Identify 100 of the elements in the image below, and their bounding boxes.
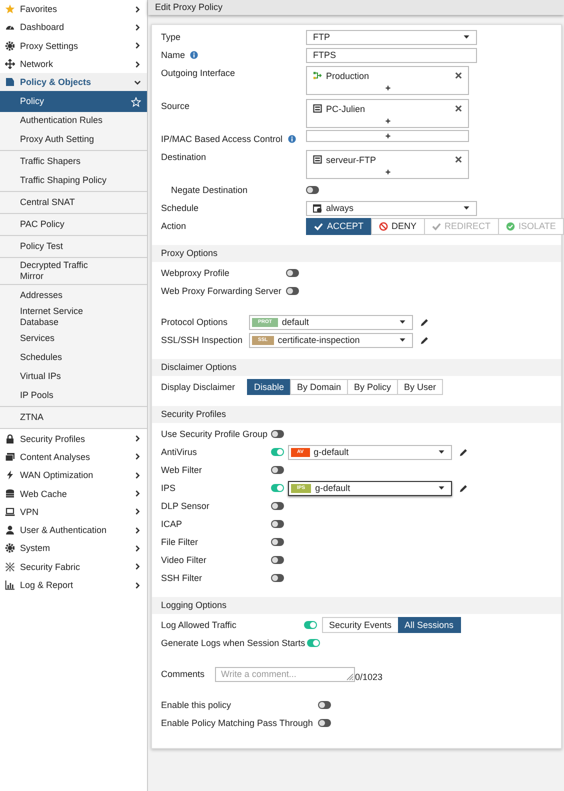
name-field[interactable]: FTPS (306, 48, 477, 62)
port-icon (313, 71, 322, 80)
field-label: Use Security Profile Group (161, 429, 268, 439)
field-label: Log Allowed Traffic (161, 620, 236, 630)
toggle-switch[interactable] (271, 538, 284, 546)
field-label: Web Filter (161, 465, 202, 475)
server-icon (313, 104, 322, 113)
field-label: Schedule (161, 203, 199, 213)
option-button[interactable]: ACCEPT (306, 218, 372, 234)
caret-icon (438, 450, 445, 454)
select-field[interactable]: FTP (306, 30, 477, 44)
star-icon[interactable] (131, 96, 141, 107)
option-button[interactable]: By User (397, 379, 444, 395)
field-label: File Filter (161, 537, 198, 547)
caret-icon (399, 338, 406, 342)
sidebar-subitem[interactable]: IP Pools (0, 386, 147, 406)
chevron-right-icon (134, 60, 141, 68)
caret-icon (438, 486, 445, 490)
remove-icon[interactable] (455, 156, 462, 163)
sidebar-subitem[interactable]: Central SNAT (0, 193, 147, 212)
toggle-switch[interactable] (306, 186, 319, 194)
info-icon[interactable] (288, 135, 296, 143)
section-header: Logging Options (152, 597, 561, 614)
toggle-switch[interactable] (318, 719, 331, 727)
toggle-switch[interactable] (271, 574, 284, 582)
toggle-switch[interactable] (271, 556, 284, 564)
select-field[interactable]: always (306, 200, 477, 216)
sidebar-subitem[interactable]: ZTNA (0, 408, 147, 428)
chevron-right-icon (134, 435, 141, 442)
field-label: Name (161, 50, 186, 60)
resize-handle-icon[interactable] (346, 672, 354, 680)
character-counter: 0/1023 (355, 672, 383, 682)
toggle-switch[interactable] (304, 621, 317, 629)
multi-select-field[interactable]: PC-Julien (306, 99, 469, 128)
toggle-switch[interactable] (271, 520, 284, 528)
sidebar-subitem[interactable]: Authentication Rules (0, 111, 147, 130)
toggle-switch[interactable] (271, 448, 284, 456)
sidebar-subitem[interactable]: Services (0, 329, 147, 348)
multi-select-field[interactable]: Production (306, 66, 469, 95)
sidebar-subitem[interactable]: Decrypted Traffic Mirror (0, 259, 147, 284)
section-header: Proxy Options (152, 245, 561, 262)
gear-icon (5, 40, 15, 51)
chevron-right-icon (134, 42, 141, 50)
chevron-right-icon (134, 563, 141, 570)
sidebar-item[interactable]: Policy & Objects (0, 73, 147, 92)
server-icon (313, 155, 322, 164)
option-button[interactable]: Disable (247, 379, 292, 395)
field-label: AntiVirus (161, 447, 197, 457)
field-label: Enable Policy Matching Pass Through (161, 718, 313, 728)
multi-select-field[interactable]: serveur-FTP (306, 150, 469, 179)
section-header: Security Profiles (152, 406, 561, 423)
toggle-switch[interactable] (271, 430, 284, 438)
arrows-icon (5, 59, 15, 70)
toggle-switch[interactable] (271, 502, 284, 510)
toggle-switch[interactable] (271, 484, 284, 492)
add-icon[interactable] (384, 118, 390, 124)
lock-icon (5, 434, 15, 444)
field-label: Protocol Options (161, 317, 228, 327)
option-button[interactable]: By Domain (290, 379, 348, 395)
chevron-right-icon (134, 526, 141, 534)
remove-icon[interactable] (455, 105, 462, 112)
field-label: ICAP (161, 519, 182, 529)
toggle-switch[interactable] (286, 287, 299, 295)
sidebar-subitem[interactable]: Policy (0, 91, 147, 112)
toggle-switch[interactable] (307, 639, 320, 647)
section-header: Disclaimer Options (152, 359, 561, 376)
chevron-down-icon (134, 78, 141, 86)
multi-select-field[interactable] (306, 130, 469, 142)
entry-label: Production (326, 70, 370, 80)
sidebar-subitem[interactable]: Virtual IPs (0, 367, 147, 386)
field-label: SSL/SSH Inspection (161, 335, 243, 345)
sidebar-subitem[interactable]: Traffic Shapers (0, 152, 147, 172)
option-button[interactable]: All Sessions (398, 617, 461, 633)
sidebar-subitem[interactable]: PAC Policy (0, 215, 147, 234)
edit-icon[interactable] (459, 448, 468, 456)
prohibited-icon (378, 222, 388, 230)
edit-icon[interactable] (459, 484, 468, 492)
option-button[interactable]: By Policy (347, 379, 398, 395)
option-button[interactable]: DENY (370, 218, 425, 234)
field-label: Enable this policy (161, 700, 232, 710)
sidebar-subitem[interactable]: Internet Service Database (0, 305, 147, 330)
sidebar-subitem[interactable]: Schedules (0, 348, 147, 368)
star-icon (5, 4, 15, 14)
field-label: Display Disclaimer (161, 382, 236, 392)
bolt-icon (5, 470, 15, 480)
chevron-right-icon (134, 582, 141, 588)
add-icon[interactable] (384, 85, 390, 91)
toggle-switch[interactable] (271, 466, 284, 474)
remove-icon[interactable] (455, 72, 462, 79)
add-icon[interactable] (384, 169, 390, 175)
sidebar-subitem[interactable]: Policy Test (0, 237, 147, 256)
sidebar-subitem[interactable]: Addresses (0, 286, 147, 306)
sidebar-subitem[interactable]: Traffic Shaping Policy (0, 171, 147, 190)
toggle-switch[interactable] (286, 269, 299, 277)
sidebar-subitem[interactable]: Proxy Auth Setting (0, 130, 147, 150)
toggle-switch[interactable] (318, 701, 331, 709)
check-icon (432, 222, 441, 230)
info-icon[interactable] (190, 51, 198, 59)
option-button[interactable]: Security Events (322, 617, 399, 633)
add-icon[interactable] (384, 133, 390, 139)
